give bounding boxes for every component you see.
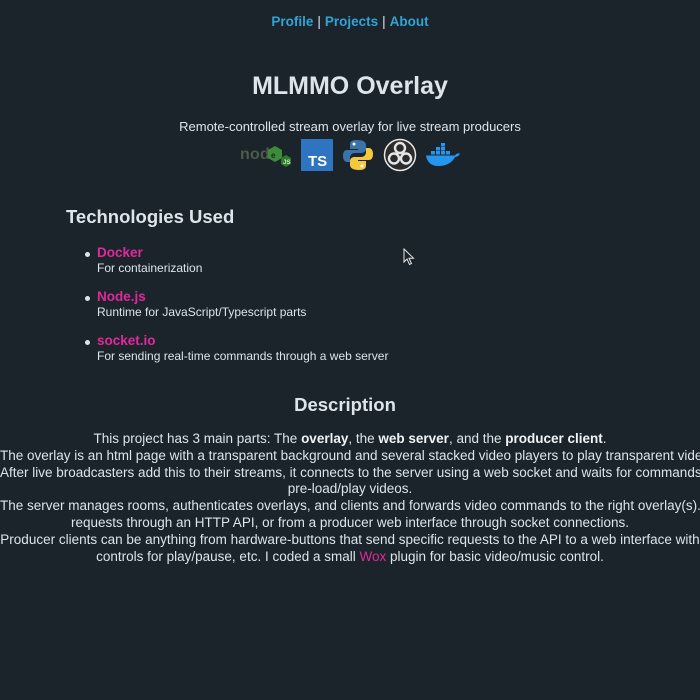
wox-link[interactable]: Wox bbox=[360, 549, 387, 564]
nav-separator: | bbox=[382, 14, 386, 29]
description-body: This project has 3 main parts: The overl… bbox=[0, 431, 700, 571]
description-heading: Description bbox=[294, 394, 396, 415]
docker-icon bbox=[425, 140, 461, 170]
technology-item-nodejs: Node.js Runtime for JavaScript/Typescrip… bbox=[85, 289, 617, 333]
text-span: plugin for basic video/music control. bbox=[386, 548, 604, 564]
technology-item-docker: Docker For containerization bbox=[85, 245, 617, 289]
top-nav: Profile | Projects | About bbox=[0, 14, 700, 29]
svg-text:TS: TS bbox=[308, 153, 327, 170]
technology-link-nodejs[interactable]: Node.js bbox=[97, 289, 617, 305]
nav-link-projects[interactable]: Projects bbox=[325, 14, 378, 29]
nav-link-about[interactable]: About bbox=[390, 14, 429, 29]
emphasis-web-server: web server bbox=[378, 431, 449, 446]
python-icon bbox=[341, 138, 375, 172]
description-line: controls for play/pause, etc. I coded a … bbox=[0, 549, 700, 566]
page: Profile | Projects | About MLMMO Overlay Rem… bbox=[0, 0, 700, 700]
nodejs-icon: n o d e JS bbox=[239, 140, 293, 170]
technology-item-socketio: socket.io For sending real-time commands… bbox=[85, 333, 617, 377]
svg-text:JS: JS bbox=[283, 160, 290, 166]
mouse-cursor-icon bbox=[403, 248, 415, 266]
page-subtitle: Remote-controlled stream overlay for liv… bbox=[179, 119, 521, 134]
technologies-heading: Technologies Used bbox=[66, 206, 235, 227]
emphasis-overlay: overlay bbox=[301, 431, 349, 446]
nav-separator: | bbox=[317, 14, 321, 29]
description-line: requests through an HTTP API, or from a … bbox=[70, 514, 630, 530]
svg-text:e: e bbox=[271, 151, 276, 160]
description-line: This project has 3 main parts: The overl… bbox=[0, 431, 700, 448]
description-line: pre-load/play videos. bbox=[287, 481, 413, 497]
description-line: The overlay is an html page with a trans… bbox=[0, 447, 700, 463]
description-line: After live broadcasters add this to thei… bbox=[0, 464, 700, 480]
text-span: controls for play/pause, etc. I coded a … bbox=[96, 548, 360, 564]
text-span: . bbox=[602, 431, 607, 446]
svg-text:o: o bbox=[250, 146, 260, 163]
technology-description: For containerization bbox=[97, 261, 203, 275]
technologies-list: Docker For containerization Node.js Runt… bbox=[85, 245, 617, 377]
text-span: , the bbox=[348, 431, 379, 446]
description-line: The server manages rooms, authenticates … bbox=[0, 498, 700, 514]
technology-description: Runtime for JavaScript/Typescript parts bbox=[97, 305, 307, 319]
obs-icon bbox=[383, 138, 417, 172]
page-title: MLMMO Overlay bbox=[252, 72, 448, 100]
text-span: , and the bbox=[448, 431, 506, 446]
tech-icon-row: n o d e JS TS bbox=[0, 138, 700, 172]
text-span: This project has 3 main parts: The bbox=[93, 431, 302, 446]
svg-text:n: n bbox=[240, 146, 250, 163]
technology-description: For sending real-time commands through a… bbox=[97, 349, 389, 363]
description-line: Producer clients can be anything from ha… bbox=[0, 531, 700, 547]
typescript-icon: TS bbox=[301, 139, 333, 171]
technology-link-docker[interactable]: Docker bbox=[97, 245, 617, 261]
technology-link-socketio[interactable]: socket.io bbox=[97, 333, 617, 349]
emphasis-producer-client: producer client bbox=[505, 431, 603, 446]
nav-link-profile[interactable]: Profile bbox=[271, 14, 313, 29]
